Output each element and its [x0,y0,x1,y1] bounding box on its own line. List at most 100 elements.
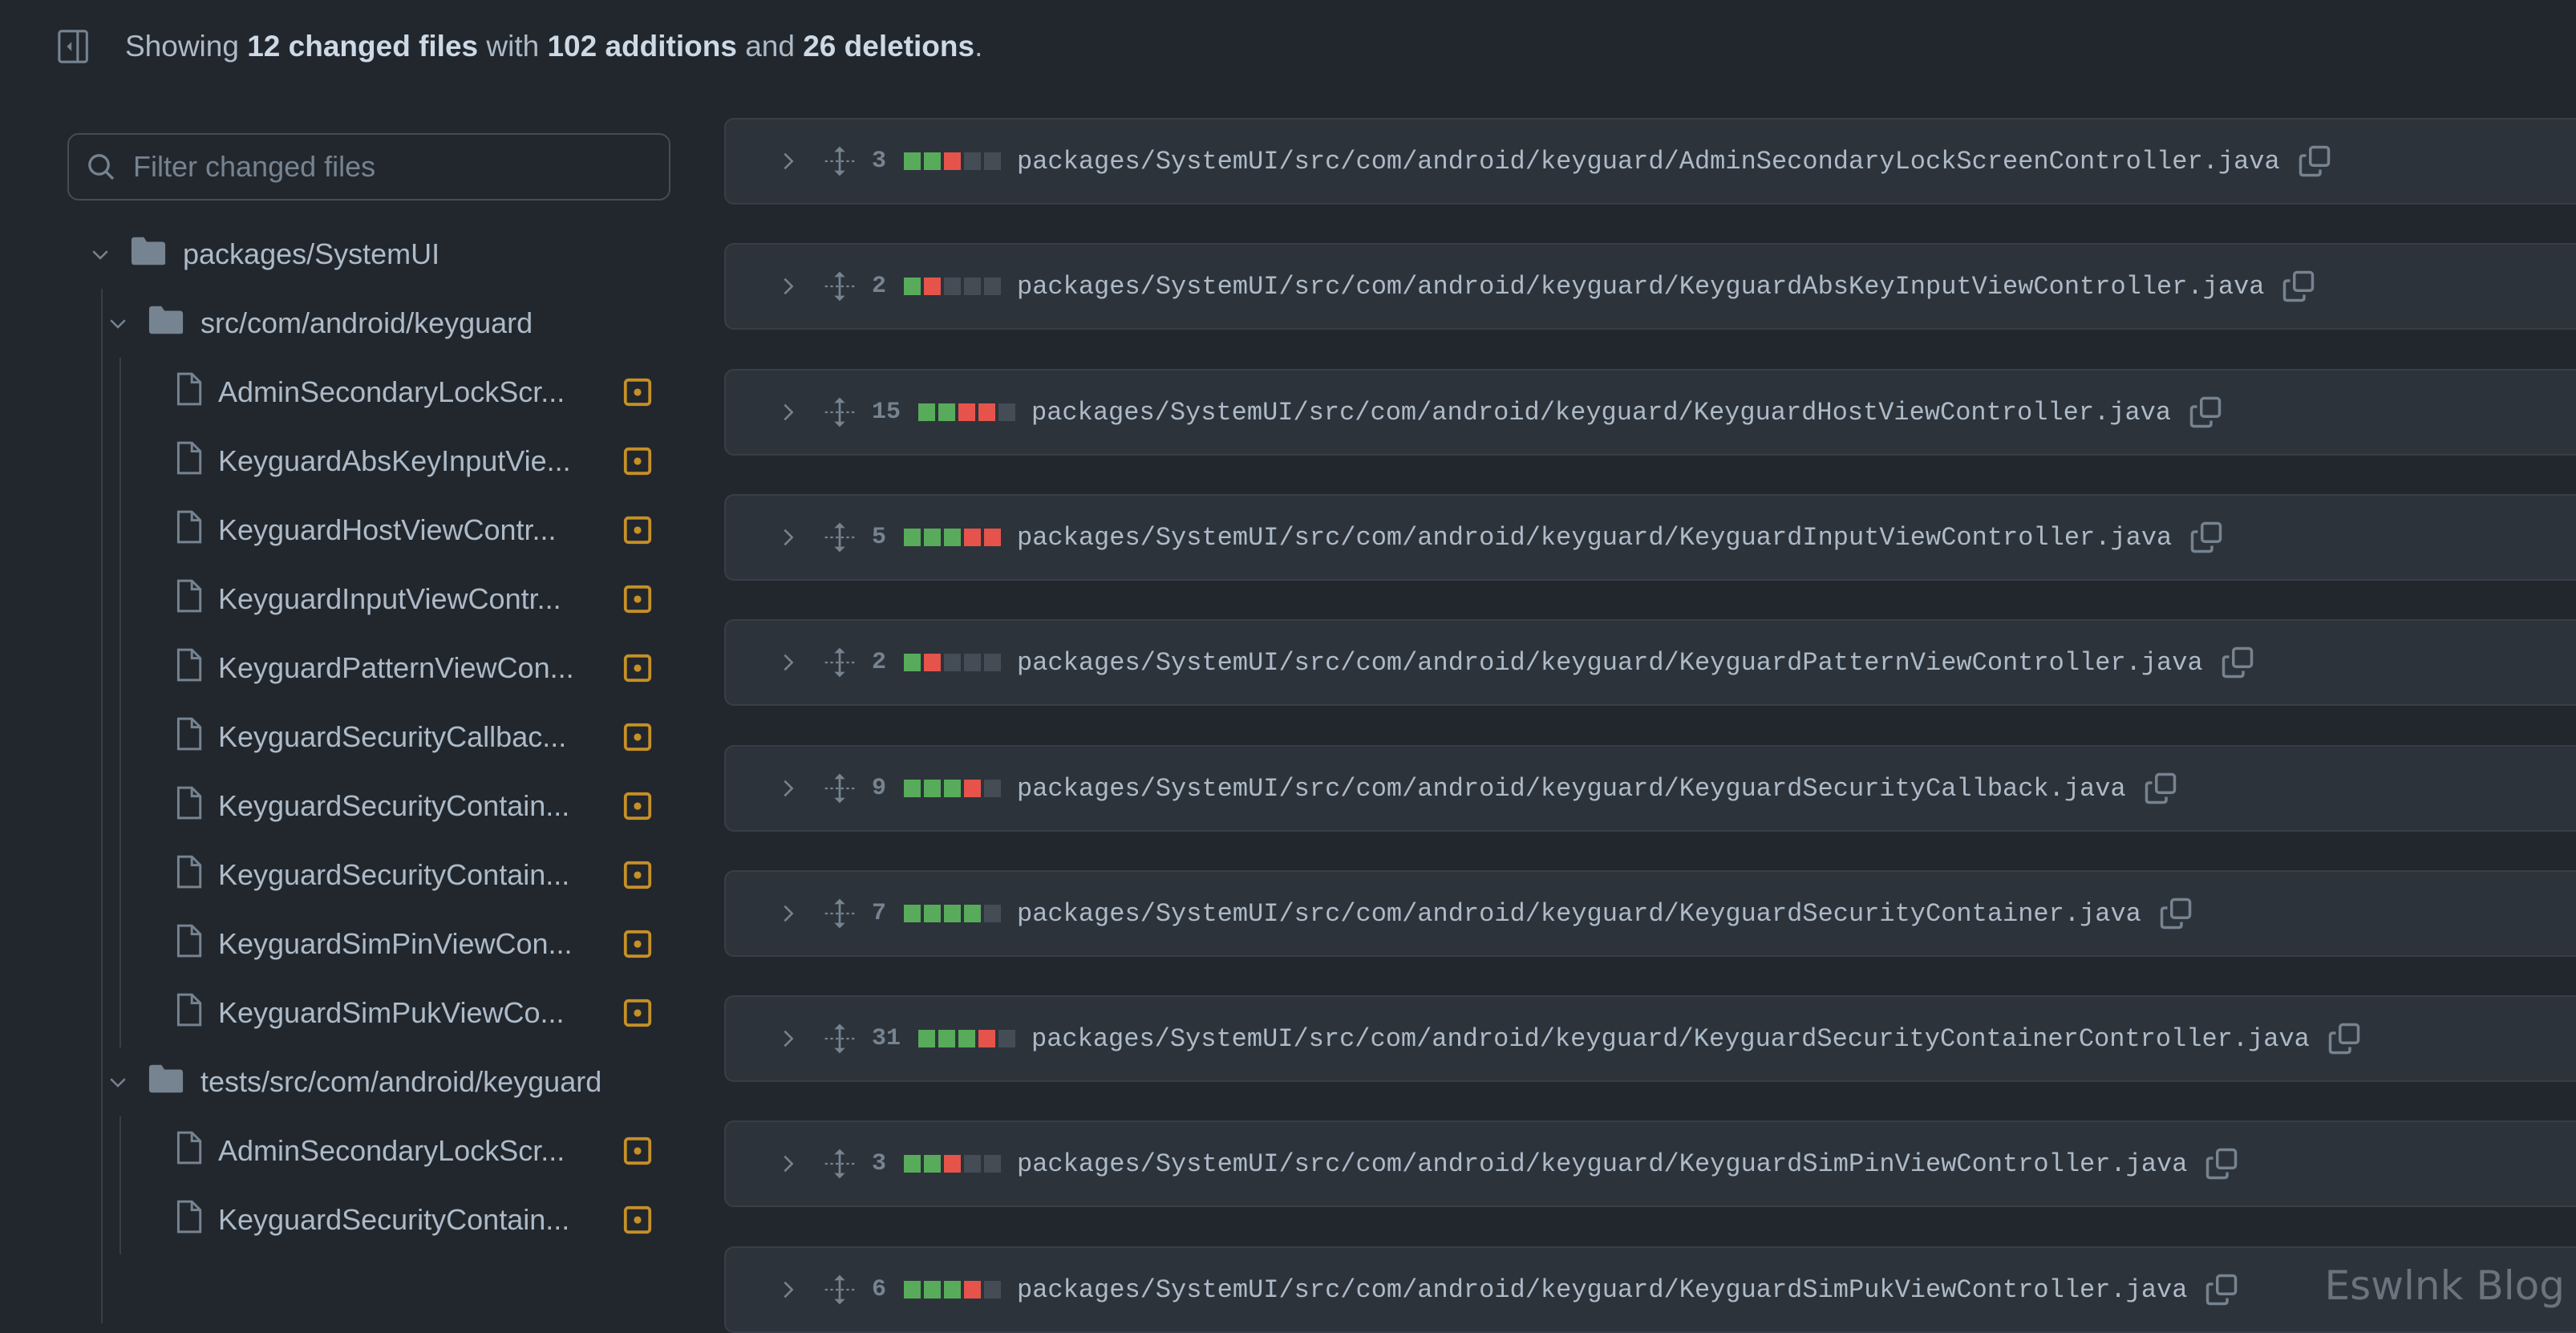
folder-icon [130,235,167,274]
diffstat-block [918,403,936,421]
file-icon [175,786,202,827]
file-path-link[interactable]: packages/SystemUI/src/com/android/keygua… [1017,147,2280,176]
expand-all-icon[interactable] [824,521,856,553]
copy-icon[interactable] [2189,395,2222,429]
tree-file[interactable]: KeyguardSecurityContain... [0,1185,690,1254]
tree-file[interactable]: KeyguardSecurityContain... [0,841,690,910]
folder-label: src/com/android/keyguard [200,306,533,339]
modified-status-icon [622,446,653,476]
chevron-right-icon[interactable] [774,150,803,172]
tree-file[interactable]: KeyguardPatternViewCon... [0,634,690,703]
tree-folder[interactable]: tests/src/com/android/keyguard [0,1047,690,1116]
expand-all-icon[interactable] [824,396,856,428]
expand-all-icon[interactable] [824,1274,856,1306]
chevron-right-icon[interactable] [774,1278,803,1301]
file-diff-header[interactable]: 6 packages/SystemUI/src/com/android/keyg… [724,1246,2576,1333]
chevron-right-icon[interactable] [774,777,803,800]
chevron-right-icon[interactable] [774,275,803,298]
tree-file[interactable]: KeyguardSimPukViewCo... [0,978,690,1047]
file-diff-header[interactable]: 3 packages/SystemUI/src/com/android/keyg… [724,1120,2576,1207]
file-path-link[interactable]: packages/SystemUI/src/com/android/keygua… [1017,774,2126,804]
diffstat [904,152,1002,170]
file-diff-header[interactable]: 7 packages/SystemUI/src/com/android/keyg… [724,870,2576,957]
chevron-right-icon[interactable] [774,1027,803,1050]
file-label: KeyguardPatternViewCon... [218,651,574,684]
tree-file[interactable]: AdminSecondaryLockScr... [0,358,690,427]
file-path-link[interactable]: packages/SystemUI/src/com/android/keygua… [1017,648,2203,678]
file-icon [175,1131,202,1172]
chevron-right-icon[interactable] [774,1153,803,1175]
sidebar-toggle-icon[interactable] [56,28,93,65]
expand-all-icon[interactable] [824,270,856,302]
file-diff-header[interactable]: 2 packages/SystemUI/src/com/android/keyg… [724,619,2576,706]
diffstat-block [904,780,921,797]
file-path-link[interactable]: packages/SystemUI/src/com/android/keygua… [1017,1149,2187,1179]
file-icon [175,855,202,896]
chevron-right-icon[interactable] [774,401,803,423]
file-icon [175,648,202,689]
expand-all-icon[interactable] [824,1023,856,1055]
change-count: 3 [872,1150,887,1177]
copy-icon[interactable] [2144,772,2177,805]
expand-all-icon[interactable] [824,145,856,177]
filter-field[interactable] [67,133,670,201]
modified-status-icon [622,722,653,752]
file-path-link[interactable]: packages/SystemUI/src/com/android/keygua… [1017,899,2141,929]
tree-file[interactable]: KeyguardSecurityContain... [0,772,690,841]
file-label: KeyguardAbsKeyInputVie... [218,444,571,477]
tree-guide [119,358,121,1047]
tree-file[interactable]: KeyguardSecurityCallbac... [0,703,690,772]
tree-folder[interactable]: src/com/android/keyguard [0,289,690,358]
copy-icon[interactable] [2205,1147,2238,1181]
file-diff-header[interactable]: 3 packages/SystemUI/src/com/android/keyg… [724,118,2576,205]
chevron-right-icon[interactable] [774,902,803,925]
chevron-down-icon[interactable] [87,242,114,266]
diffstat-block [944,1281,962,1299]
tree-file[interactable]: KeyguardSimPinViewCon... [0,910,690,978]
tree-file[interactable]: KeyguardAbsKeyInputVie... [0,427,690,496]
copy-icon[interactable] [2189,521,2223,554]
chevron-right-icon[interactable] [774,526,803,549]
copy-icon[interactable] [2205,1273,2238,1307]
copy-icon[interactable] [2159,897,2193,930]
copy-icon[interactable] [2282,269,2315,303]
copy-icon[interactable] [2298,144,2331,178]
diffstat [918,1030,1016,1047]
change-count: 7 [872,900,887,927]
tree-guide [119,1116,121,1254]
expand-all-icon[interactable] [824,1148,856,1180]
chevron-right-icon[interactable] [774,651,803,674]
file-path-link[interactable]: packages/SystemUI/src/com/android/keygua… [1017,523,2172,553]
file-path-link[interactable]: packages/SystemUI/src/com/android/keygua… [1031,1024,2310,1054]
change-count: 31 [872,1025,901,1052]
file-diff-header[interactable]: 15 packages/SystemUI/src/com/android/key… [724,369,2576,456]
summary-text: Showing 12 changed files with 102 additi… [125,30,983,63]
file-diff-header[interactable]: 9 packages/SystemUI/src/com/android/keyg… [724,745,2576,832]
expand-all-icon[interactable] [824,772,856,804]
file-icon [175,441,202,482]
tree-file[interactable]: AdminSecondaryLockScr... [0,1116,690,1185]
file-label: KeyguardSecurityContain... [218,1203,570,1236]
filter-input[interactable] [132,149,648,184]
file-diff-header[interactable]: 5 packages/SystemUI/src/com/android/keyg… [724,494,2576,581]
expand-all-icon[interactable] [824,646,856,679]
chevron-down-icon[interactable] [104,311,132,335]
file-path-link[interactable]: packages/SystemUI/src/com/android/keygua… [1017,272,2264,302]
expand-all-icon[interactable] [824,897,856,930]
chevron-down-icon[interactable] [104,1070,132,1094]
diffstat-block [944,278,962,295]
file-diff-header[interactable]: 2 packages/SystemUI/src/com/android/keyg… [724,243,2576,330]
tree-folder-root[interactable]: packages/SystemUI [0,220,690,289]
tree-file[interactable]: KeyguardHostViewContr... [0,496,690,565]
tree-file[interactable]: KeyguardInputViewContr... [0,565,690,634]
file-path-link[interactable]: packages/SystemUI/src/com/android/keygua… [1031,398,2171,427]
file-path-link[interactable]: packages/SystemUI/src/com/android/keygua… [1017,1275,2187,1305]
diffstat-block [978,403,996,421]
file-label: KeyguardSimPinViewCon... [218,927,573,960]
copy-icon[interactable] [2221,646,2254,679]
diffstat-block [964,654,982,671]
change-count: 2 [872,649,887,676]
copy-icon[interactable] [2327,1022,2361,1055]
file-diff-header[interactable]: 31 packages/SystemUI/src/com/android/key… [724,995,2576,1082]
diffstat-block [964,1281,982,1299]
